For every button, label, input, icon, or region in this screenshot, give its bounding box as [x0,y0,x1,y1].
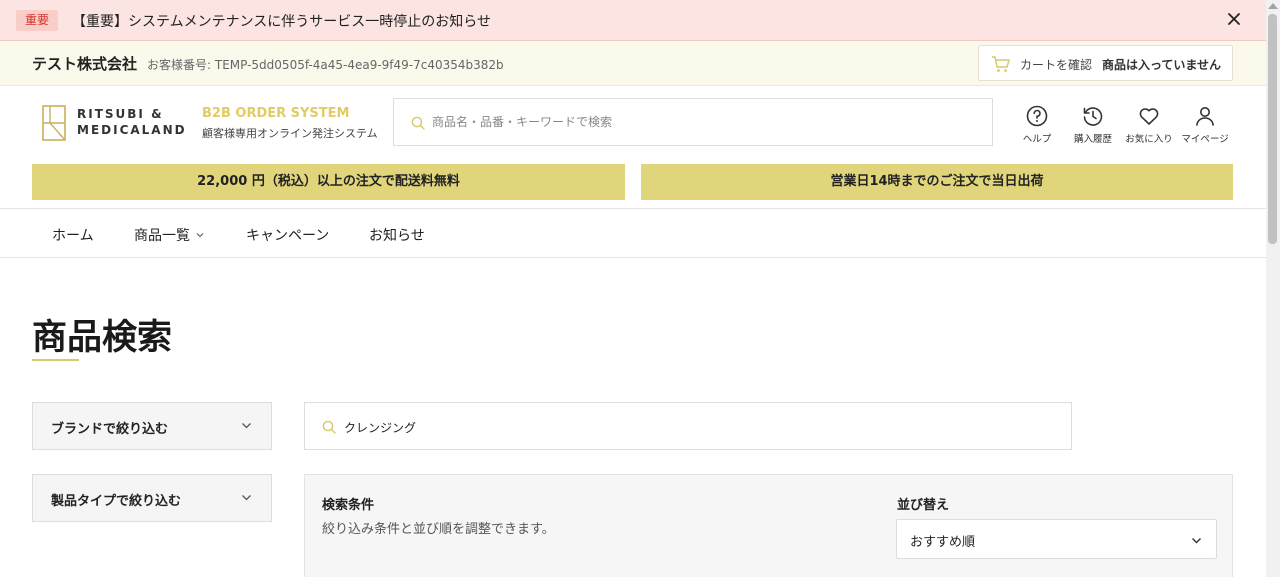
cart-status: 商品は入っていません [1102,58,1222,72]
conditions-description: 絞り込み条件と並び順を調整できます。 [322,522,555,537]
history-button[interactable]: 購入履歴 [1065,104,1121,145]
help-icon [1026,105,1048,127]
nav-campaign[interactable]: キャンペーン [246,225,329,245]
search-icon [411,116,425,130]
keyword-search-field[interactable]: クレンジング [304,402,1072,450]
free-shipping-banner: 22,000 円（税込）以上の注文で配送料無料 [32,164,625,200]
sort-select-value: おすすめ順 [910,535,976,550]
search-input[interactable] [432,111,972,133]
nav-products-label: 商品一覧 [134,228,190,244]
chevron-down-icon [242,495,251,501]
mypage-button[interactable]: マイページ [1177,104,1233,145]
help-label: ヘルプ [1022,134,1052,145]
announcement-message[interactable]: 【重要】システムメンテナンスに伴うサービス一時停止のお知らせ [72,11,491,31]
cart-button[interactable]: カートを確認 商品は入っていません [978,45,1233,81]
logo-text-line1[interactable]: RITSUBI & [77,107,164,121]
important-badge: 重要 [16,10,59,31]
chevron-down-icon [196,233,204,238]
header-search [393,98,993,146]
company-name: テスト株式会社 [32,55,138,73]
announcement-bar: 重要 【重要】システムメンテナンスに伴うサービス一時停止のお知らせ [0,0,1266,41]
help-button[interactable]: ヘルプ [1009,104,1065,145]
customer-number: お客様番号: TEMP-5dd0505f-4a45-4ea9-9f49-7c40… [147,58,504,72]
cart-check-label: カートを確認 [1020,58,1093,72]
page-title: 商品検索 [32,318,173,358]
history-icon [1083,107,1103,126]
system-title: B2B ORDER SYSTEM [202,106,350,121]
cart-icon [992,56,1010,72]
close-icon[interactable] [1224,9,1244,29]
main-nav: ホーム 商品一覧 キャンペーン お知らせ [0,208,1266,258]
company-bar: テスト株式会社 お客様番号: TEMP-5dd0505f-4a45-4ea9-9… [0,41,1266,86]
logo-icon[interactable] [42,105,66,141]
mypage-label: マイページ [1181,134,1229,145]
sort-label: 並び替え [897,498,950,513]
keyword-search-value[interactable]: クレンジング [344,419,416,436]
scroll-up-arrow-icon[interactable] [1268,3,1278,9]
search-conditions-panel: 検索条件 絞り込み条件と並び順を調整できます。 並び替え おすすめ順 [304,474,1233,577]
nav-news[interactable]: お知らせ [369,225,425,245]
brand-filter[interactable]: ブランドで絞り込む [32,402,272,450]
product-type-filter-label: 製品タイプで絞り込む [51,494,182,509]
history-label: 購入履歴 [1073,134,1112,145]
search-icon [322,420,336,434]
chevron-down-icon [242,423,251,429]
nav-home[interactable]: ホーム [52,225,94,245]
sort-select[interactable]: おすすめ順 [896,519,1217,559]
favorites-button[interactable]: お気に入り [1121,104,1177,145]
logo-text-line2[interactable]: MEDICALAND [77,123,187,137]
same-day-shipping-banner: 営業日14時までのご注文で当日出荷 [641,164,1233,200]
brand-filter-label: ブランドで絞り込む [51,422,169,437]
heart-icon [1139,108,1159,125]
nav-products[interactable]: 商品一覧 [134,225,204,245]
conditions-title: 検索条件 [322,498,375,513]
favorites-label: お気に入り [1125,134,1173,145]
product-type-filter[interactable]: 製品タイプで絞り込む [32,474,272,522]
chevron-down-icon [1192,538,1201,544]
system-subtitle: 顧客様専用オンライン発注システム [202,127,378,140]
scrollbar-thumb[interactable] [1268,14,1277,244]
user-icon [1196,107,1214,126]
title-underline [32,359,79,361]
